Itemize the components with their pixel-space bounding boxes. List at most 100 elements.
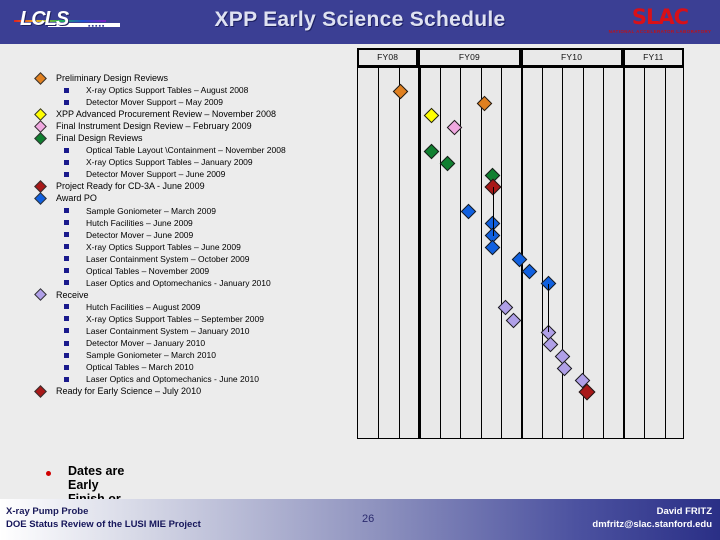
slac-logo-subtitle: NATIONAL ACCELERATOR LABORATORY — [608, 29, 712, 34]
author-email: dmfritz@slac.stanford.edu — [592, 519, 712, 530]
task-diamond-icon — [34, 384, 47, 398]
task-label: Laser Containment System – October 2009 — [86, 253, 250, 264]
subtask-row: Optical Tables – March 2010 — [28, 361, 358, 373]
subtask-square-icon — [64, 147, 69, 153]
gantt-milestone-marker — [505, 312, 522, 328]
subtask-row: Sample Goniometer – March 2009 — [28, 205, 358, 217]
task-label: Ready for Early Science – July 2010 — [56, 386, 202, 397]
subtask-row: Laser Containment System – January 2010 — [28, 325, 358, 337]
slide-footer: X-ray Pump Probe DOE Status Review of th… — [0, 499, 720, 540]
fiscal-year-gridline — [622, 68, 626, 438]
subtask-row: Detector Mover Support – June 2009 — [28, 168, 358, 180]
task-label: Sample Goniometer – March 2009 — [86, 205, 216, 216]
quarter-gridline — [398, 68, 400, 438]
task-label: Final Instrument Design Review – Februar… — [56, 121, 252, 132]
subtask-square-icon — [64, 304, 69, 310]
gantt-milestone-marker — [460, 203, 477, 220]
quarter-gridline — [541, 68, 543, 438]
task-row: Award PO — [28, 192, 358, 205]
subtask-square-icon — [64, 328, 69, 334]
fiscal-year-cell-fy11: FY11 — [622, 48, 684, 67]
subtask-row: Optical Tables – November 2009 — [28, 265, 358, 277]
subtask-row: Optical Table Layout \Containment – Nove… — [28, 144, 358, 156]
task-diamond-icon — [34, 131, 47, 145]
quarter-gridline — [603, 68, 605, 438]
task-label: Project Ready for CD-3A - June 2009 — [56, 181, 205, 192]
task-row: Receive — [28, 288, 358, 302]
subtask-row: Detector Mover – January 2010 — [28, 337, 358, 349]
gantt-milestone-marker — [542, 336, 558, 352]
slide-header: LCLS ▪▪▪▪▪ XPP Early Science Schedule SL… — [0, 0, 720, 44]
quarter-gridline — [460, 68, 462, 438]
subtask-row: Detector Mover – June 2009 — [28, 229, 358, 241]
bullet-point-icon — [46, 471, 51, 476]
gantt-milestone-marker — [423, 143, 440, 160]
subtask-row: Detector Mover Support – May 2009 — [28, 96, 358, 108]
task-label: Final Design Reviews — [56, 133, 143, 144]
subtask-square-icon — [64, 220, 69, 226]
author-name: David FRITZ — [656, 506, 712, 517]
task-label: X-ray Optics Support Tables – September … — [86, 313, 264, 324]
task-row: Final Design Reviews — [28, 131, 358, 145]
task-label: Hutch Facilities – August 2009 — [86, 301, 201, 312]
task-row: XPP Advanced Procurement Review – Novemb… — [28, 107, 358, 121]
task-label: Laser Containment System – January 2010 — [86, 325, 250, 336]
quarter-gridline — [480, 68, 482, 438]
fiscal-year-cell-fy10: FY10 — [520, 48, 623, 67]
gantt-milestone-marker — [497, 300, 513, 316]
subtask-square-icon — [64, 232, 69, 238]
task-row: Preliminary Design Reviews — [28, 71, 358, 85]
gantt-milestone-marker — [485, 239, 501, 256]
gantt-milestone-marker — [556, 360, 573, 376]
subtask-square-icon — [64, 352, 69, 358]
task-label: Optical Tables – November 2009 — [86, 265, 210, 276]
task-label: Laser Optics and Optomechanics - January… — [86, 277, 271, 288]
task-label: X-ray Optics Support Tables – June 2009 — [86, 241, 241, 252]
subtask-row: Hutch Facilities – June 2009 — [28, 217, 358, 229]
subtask-square-icon — [64, 340, 69, 346]
footer-line-1: X-ray Pump Probe — [6, 506, 89, 517]
subtask-square-icon — [64, 256, 69, 262]
slide-body: Preliminary Design Reviews X-ray Optics S… — [0, 44, 720, 534]
subtask-row: X-ray Optics Support Tables – August 200… — [28, 84, 358, 96]
footer-line-2: DOE Status Review of the LUSI MIE Projec… — [6, 519, 201, 530]
gantt-milestone-marker — [423, 107, 440, 123]
quarter-gridline — [439, 68, 441, 438]
subtask-square-icon — [64, 159, 69, 165]
subtask-row: Laser Optics and Optomechanics - January… — [28, 277, 358, 289]
gantt-milestone-marker — [393, 83, 409, 99]
subtask-row: Sample Goniometer – March 2010 — [28, 349, 358, 361]
fiscal-year-header-row: FY08 FY09 FY10 FY11 — [357, 48, 684, 67]
gantt-milestone-marker — [476, 95, 493, 111]
quarter-gridline — [501, 68, 503, 438]
subtask-square-icon — [64, 99, 69, 105]
task-diamond-icon — [34, 107, 47, 121]
page-number: 26 — [362, 513, 375, 525]
fiscal-year-gridline — [418, 68, 421, 438]
task-label: X-ray Optics Support Tables – January 20… — [86, 157, 253, 168]
task-label: XPP Advanced Procurement Review – Novemb… — [56, 109, 276, 120]
task-label: Preliminary Design Reviews — [56, 73, 169, 83]
subtask-row: Hutch Facilities – August 2009 — [28, 301, 358, 313]
subtask-square-icon — [64, 376, 69, 382]
quarter-gridline — [644, 68, 646, 438]
task-diamond-icon — [34, 192, 47, 205]
task-label: Award PO — [56, 193, 97, 204]
task-row: Project Ready for CD-3A - June 2009 — [28, 180, 358, 193]
slac-logo-text: SLAC — [631, 5, 689, 29]
slac-logo: SLAC NATIONAL ACCELERATOR LABORATORY — [608, 5, 712, 39]
task-label: Receive — [56, 289, 89, 300]
gantt-connector-line — [548, 283, 550, 333]
subtask-square-icon — [64, 208, 69, 214]
quarter-gridline — [378, 68, 380, 438]
quarter-gridline — [562, 68, 564, 438]
task-diamond-icon — [34, 119, 47, 133]
task-row: Ready for Early Science – July 2010 — [28, 384, 358, 398]
quarter-gridline — [664, 68, 666, 438]
task-row: Final Instrument Design Review – Februar… — [28, 119, 358, 133]
task-outline: Preliminary Design Reviews X-ray Optics S… — [28, 71, 358, 398]
footer-left-block: X-ray Pump Probe DOE Status Review of th… — [6, 505, 201, 531]
subtask-square-icon — [64, 316, 69, 322]
subtask-row: X-ray Optics Support Tables – June 2009 — [28, 241, 358, 253]
gantt-grid-body — [357, 67, 684, 439]
